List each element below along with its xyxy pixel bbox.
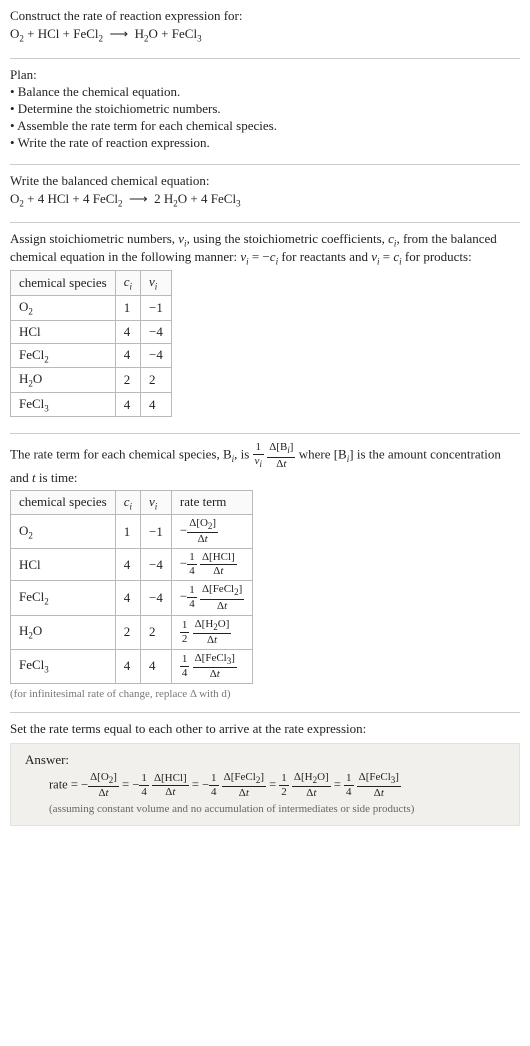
divider: [10, 712, 520, 713]
col-ci: ci: [115, 271, 140, 296]
table-row: H2O22: [11, 368, 172, 393]
cell: 4: [115, 343, 140, 368]
text: The rate term for each chemical species,…: [10, 447, 232, 462]
cell: 1: [115, 295, 140, 320]
cell: 4: [115, 549, 140, 581]
table-row: FeCl344: [11, 392, 172, 417]
text: , is: [234, 447, 252, 462]
cell: FeCl2: [11, 581, 116, 615]
cell: 4: [115, 649, 140, 683]
cell: 4: [115, 392, 140, 417]
cell: 12 Δ[H2O]Δt: [171, 615, 252, 649]
table-header-row: chemical species ci νi rate term: [11, 490, 253, 515]
cell: −14 Δ[FeCl2]Δt: [171, 581, 252, 615]
cell: −4: [141, 581, 172, 615]
col-species: chemical species: [11, 271, 116, 296]
rate-term-table: chemical species ci νi rate term O21−1−Δ…: [10, 490, 253, 684]
cell: 2: [115, 368, 140, 393]
rate-expression: rate = −Δ[O2]Δt = −14 Δ[HCl]Δt = −14 Δ[F…: [49, 772, 505, 799]
rateterm-section: The rate term for each chemical species,…: [10, 442, 520, 706]
plan-heading: Plan:: [10, 67, 520, 83]
answer-box: Answer: rate = −Δ[O2]Δt = −14 Δ[HCl]Δt =…: [10, 743, 520, 826]
cell: 2: [141, 615, 172, 649]
cell: O2: [11, 295, 116, 320]
cell: FeCl3: [11, 392, 116, 417]
answer-label: Answer:: [25, 752, 505, 768]
col-vi: νi: [141, 490, 172, 515]
cell: 2: [115, 615, 140, 649]
table-row: O21−1−Δ[O2]Δt: [11, 515, 253, 549]
cell: H2O: [11, 368, 116, 393]
col-ci: ci: [115, 490, 140, 515]
table-row: FeCl24−4−14 Δ[FeCl2]Δt: [11, 581, 253, 615]
final-section: Set the rate terms equal to each other t…: [10, 721, 520, 832]
divider: [10, 222, 520, 223]
plan-section: Plan: • Balance the chemical equation. •…: [10, 67, 520, 158]
cell: −14 Δ[HCl]Δt: [171, 549, 252, 581]
cell: HCl: [11, 549, 116, 581]
divider: [10, 433, 520, 434]
table-row: HCl4−4: [11, 320, 172, 343]
cell: −1: [141, 295, 172, 320]
text: is time:: [36, 470, 78, 485]
plan-item: • Balance the chemical equation.: [10, 84, 520, 100]
table-row: FeCl34414 Δ[FeCl3]Δt: [11, 649, 253, 683]
cell: −4: [141, 320, 172, 343]
cell: FeCl2: [11, 343, 116, 368]
divider: [10, 164, 520, 165]
rateterm-footnote: (for infinitesimal rate of change, repla…: [10, 688, 520, 700]
cell: FeCl3: [11, 649, 116, 683]
col-species: chemical species: [11, 490, 116, 515]
cell: −4: [141, 343, 172, 368]
col-rate: rate term: [171, 490, 252, 515]
cell: 4: [141, 649, 172, 683]
answer-note: (assuming constant volume and no accumul…: [49, 803, 505, 815]
cell: O2: [11, 515, 116, 549]
plan-item: • Assemble the rate term for each chemic…: [10, 118, 520, 134]
final-heading: Set the rate terms equal to each other t…: [10, 721, 520, 737]
text: where [B: [299, 447, 347, 462]
cell: 2: [141, 368, 172, 393]
cell: −Δ[O2]Δt: [171, 515, 252, 549]
cell: HCl: [11, 320, 116, 343]
assign-text: Assign stoichiometric numbers, νi, using…: [10, 231, 520, 266]
intro-equation: O2 + HCl + FeCl2 ⟶ H2O + FeCl3: [10, 26, 520, 44]
cell: H2O: [11, 615, 116, 649]
cell: 4: [115, 581, 140, 615]
table-row: H2O2212 Δ[H2O]Δt: [11, 615, 253, 649]
cell: 14 Δ[FeCl3]Δt: [171, 649, 252, 683]
balanced-section: Write the balanced chemical equation: O2…: [10, 173, 520, 217]
col-vi: νi: [141, 271, 172, 296]
rate-term-formula: 1νi Δ[Bi]Δt: [253, 447, 299, 462]
assign-section: Assign stoichiometric numbers, νi, using…: [10, 231, 520, 427]
intro-section: Construct the rate of reaction expressio…: [10, 8, 520, 52]
table-row: FeCl24−4: [11, 343, 172, 368]
divider: [10, 58, 520, 59]
cell: 1: [115, 515, 140, 549]
plan-item: • Determine the stoichiometric numbers.: [10, 101, 520, 117]
cell: 4: [115, 320, 140, 343]
cell: 4: [141, 392, 172, 417]
table-row: O21−1: [11, 295, 172, 320]
rateterm-text: The rate term for each chemical species,…: [10, 442, 520, 485]
intro-title: Construct the rate of reaction expressio…: [10, 8, 520, 24]
balanced-heading: Write the balanced chemical equation:: [10, 173, 520, 189]
stoich-table: chemical species ci νi O21−1 HCl4−4 FeCl…: [10, 270, 172, 417]
table-row: HCl4−4−14 Δ[HCl]Δt: [11, 549, 253, 581]
cell: −4: [141, 549, 172, 581]
cell: −1: [141, 515, 172, 549]
plan-item: • Write the rate of reaction expression.: [10, 135, 520, 151]
balanced-equation: O2 + 4 HCl + 4 FeCl2 ⟶ 2 H2O + 4 FeCl3: [10, 191, 520, 209]
table-header-row: chemical species ci νi: [11, 271, 172, 296]
